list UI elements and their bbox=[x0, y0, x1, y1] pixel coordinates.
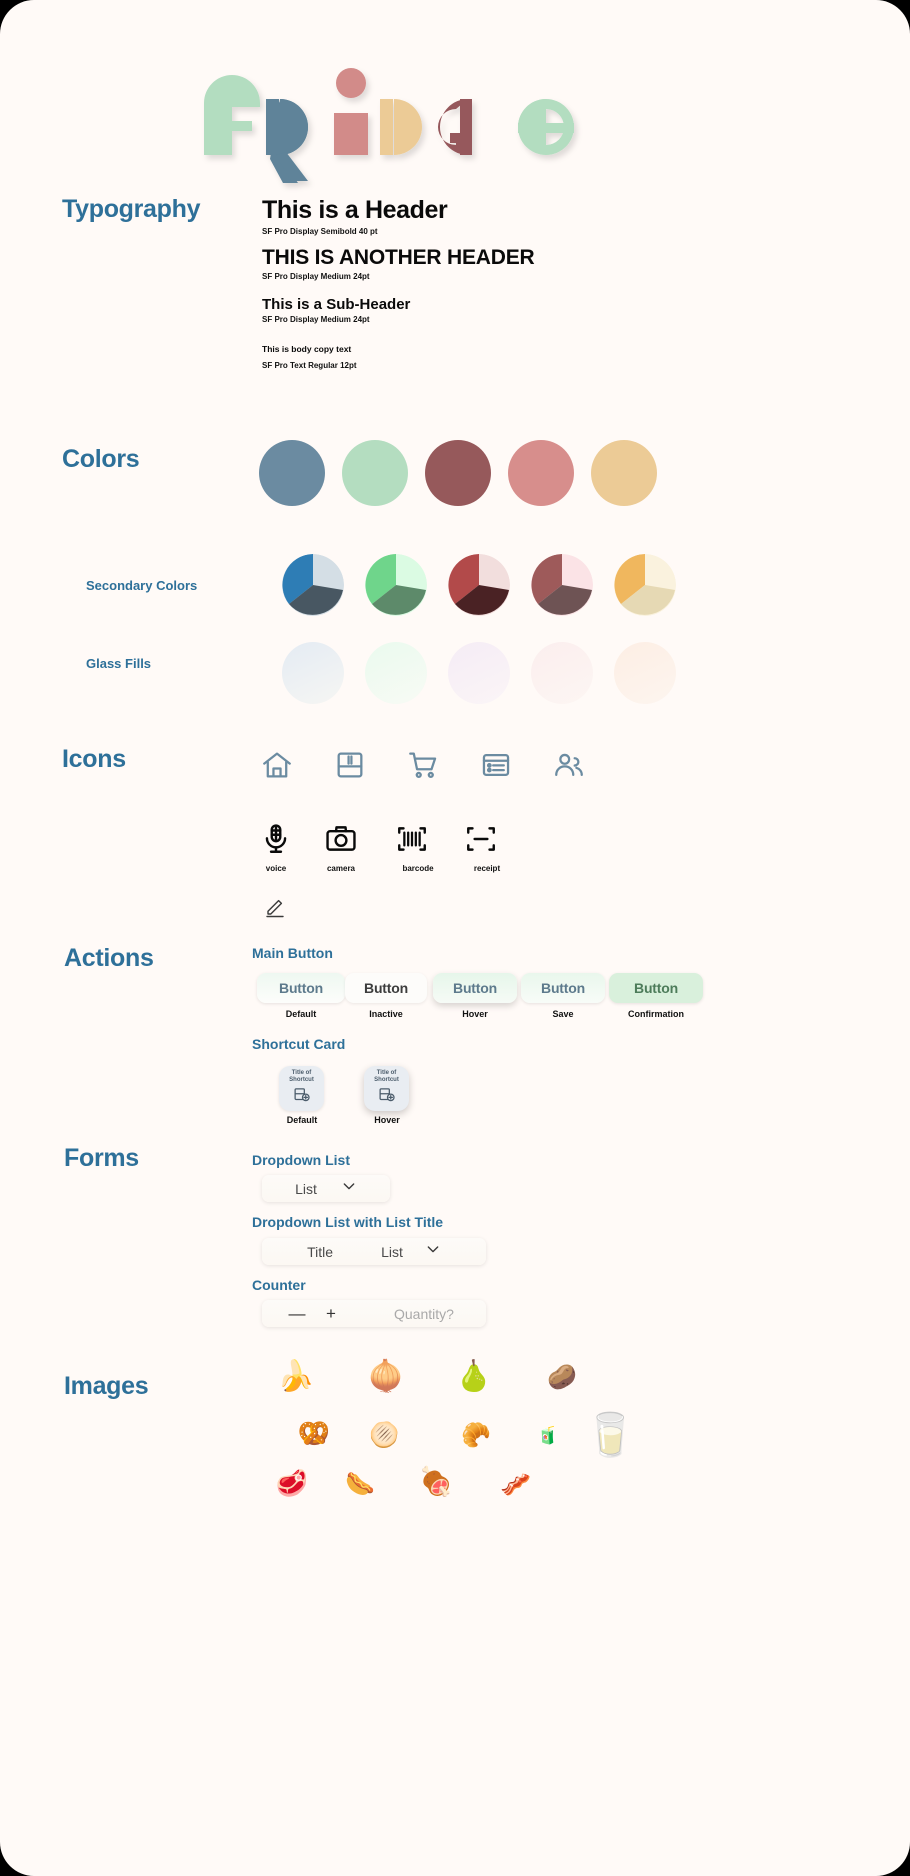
icon-label-voice: voice bbox=[265, 864, 287, 873]
food-image-meat: 🍖 bbox=[418, 1466, 454, 1497]
button-hover[interactable]: Button bbox=[433, 973, 517, 1003]
type-caption-body: SF Pro Text Regular 12pt bbox=[262, 361, 357, 370]
section-title-actions: Actions bbox=[64, 944, 154, 972]
list-icon[interactable] bbox=[479, 748, 513, 782]
color-swatch-secondary-4 bbox=[531, 554, 593, 616]
counter-field[interactable]: — + Quantity? bbox=[262, 1300, 486, 1327]
shortcut-card-default[interactable]: Title of Shortcut bbox=[279, 1066, 324, 1111]
section-title-images: Images bbox=[64, 1372, 149, 1400]
food-image-milk-carton: 🥛 bbox=[584, 1411, 637, 1458]
section-title-icons: Icons bbox=[62, 745, 126, 773]
people-icon[interactable] bbox=[552, 748, 586, 782]
counter-increment-button[interactable]: + bbox=[318, 1304, 344, 1324]
button-state-inactive: Inactive bbox=[369, 1009, 403, 1019]
receipt-scan-icon[interactable] bbox=[464, 822, 498, 856]
icon-label-receipt: receipt bbox=[473, 864, 501, 873]
label-main-button: Main Button bbox=[252, 945, 333, 961]
color-swatch-secondary-1 bbox=[282, 554, 344, 616]
type-sample-sub-header: This is a Sub-Header bbox=[262, 296, 411, 313]
food-image-flatbread: 🫓 bbox=[369, 1422, 399, 1449]
glass-fill-2 bbox=[365, 642, 427, 704]
chevron-down-icon[interactable] bbox=[341, 1178, 357, 1199]
type-caption-another-header: SF Pro Display Medium 24pt bbox=[262, 272, 370, 281]
food-image-steak: 🥩 bbox=[275, 1468, 309, 1498]
food-image-juice-box: 🧃 bbox=[537, 1426, 559, 1445]
button-state-default: Default bbox=[285, 1009, 317, 1019]
glass-fill-4 bbox=[531, 642, 593, 704]
style-guide-page: Typography This is a Header SF Pro Displ… bbox=[0, 0, 910, 1876]
label-counter: Counter bbox=[252, 1277, 306, 1293]
type-caption-header: SF Pro Display Semibold 40 pt bbox=[262, 227, 378, 236]
label-glass-fills: Glass Fills bbox=[86, 656, 152, 671]
button-state-save: Save bbox=[552, 1009, 574, 1019]
glass-fill-1 bbox=[282, 642, 344, 704]
color-swatch-primary-3 bbox=[425, 440, 491, 506]
shortcut-card-hover[interactable]: Title of Shortcut bbox=[364, 1066, 409, 1111]
barcode-icon[interactable] bbox=[395, 822, 429, 856]
chevron-down-icon-2[interactable] bbox=[425, 1241, 441, 1262]
button-inactive[interactable]: Button bbox=[345, 973, 427, 1003]
add-to-fridge-icon bbox=[293, 1086, 310, 1108]
food-image-pear: 🍐 bbox=[455, 1360, 493, 1393]
quantity-input[interactable]: Quantity? bbox=[394, 1306, 454, 1322]
dropdown-list[interactable]: List bbox=[262, 1175, 390, 1202]
dropdown-value: List bbox=[295, 1180, 317, 1197]
food-image-potato: 🥔 bbox=[547, 1364, 577, 1391]
color-swatch-secondary-2 bbox=[365, 554, 427, 616]
food-image-croissant: 🥐 bbox=[461, 1422, 491, 1449]
icon-label-camera: camera bbox=[326, 864, 356, 873]
icon-label-barcode: barcode bbox=[402, 864, 434, 873]
section-title-forms: Forms bbox=[64, 1144, 139, 1172]
food-image-banana: 🍌 bbox=[277, 1360, 315, 1393]
color-swatch-primary-5 bbox=[591, 440, 657, 506]
label-secondary-colors: Secondary Colors bbox=[86, 578, 198, 593]
label-dropdown-list: Dropdown List bbox=[252, 1152, 350, 1168]
food-image-sausage: 🌭 bbox=[345, 1471, 375, 1498]
label-dropdown-with-title: Dropdown List with List Title bbox=[252, 1214, 444, 1230]
color-swatch-secondary-3 bbox=[448, 554, 510, 616]
color-swatch-secondary-5 bbox=[614, 554, 676, 616]
button-default[interactable]: Button bbox=[257, 973, 345, 1003]
shortcut-state-default: Default bbox=[286, 1115, 318, 1125]
dropdown-title-text: Title bbox=[307, 1243, 334, 1260]
shortcut-card-title: Title of Shortcut bbox=[289, 1069, 314, 1083]
type-caption-sub-header: SF Pro Display Medium 24pt bbox=[262, 315, 370, 324]
add-to-fridge-icon-hover bbox=[378, 1086, 395, 1108]
section-title-typography: Typography bbox=[62, 195, 201, 223]
dropdown-with-title-value: List bbox=[381, 1243, 403, 1260]
dropdown-list-with-title[interactable]: Title List bbox=[262, 1238, 486, 1265]
button-state-hover: Hover bbox=[462, 1009, 488, 1019]
shortcut-card-title-hover: Title of Shortcut bbox=[374, 1069, 399, 1083]
food-image-bacon: 🥓 bbox=[500, 1471, 532, 1499]
fridge-logo bbox=[188, 55, 618, 183]
color-swatch-primary-2 bbox=[342, 440, 408, 506]
button-save[interactable]: Button bbox=[521, 973, 605, 1003]
food-image-onion: 🧅 bbox=[367, 1360, 405, 1393]
button-confirmation[interactable]: Button bbox=[609, 973, 703, 1003]
camera-icon[interactable] bbox=[324, 822, 358, 856]
microphone-icon[interactable] bbox=[259, 822, 293, 856]
color-swatch-primary-1 bbox=[259, 440, 325, 506]
fridge-icon[interactable] bbox=[333, 748, 367, 782]
section-title-colors: Colors bbox=[62, 445, 140, 473]
glass-fill-5 bbox=[614, 642, 676, 704]
cart-icon[interactable] bbox=[406, 748, 440, 782]
pencil-edit-icon[interactable] bbox=[264, 894, 288, 918]
label-shortcut-card: Shortcut Card bbox=[252, 1036, 346, 1052]
home-icon[interactable] bbox=[260, 748, 294, 782]
glass-fill-3 bbox=[448, 642, 510, 704]
shortcut-state-hover: Hover bbox=[374, 1115, 400, 1125]
type-sample-body: This is body copy text bbox=[262, 344, 352, 354]
type-sample-header: This is a Header bbox=[262, 196, 448, 224]
counter-decrement-button[interactable]: — bbox=[284, 1304, 310, 1324]
food-image-pretzel: 🥨 bbox=[297, 1418, 331, 1448]
type-sample-another-header: THIS IS ANOTHER HEADER bbox=[262, 246, 535, 269]
button-state-confirmation: Confirmation bbox=[628, 1009, 684, 1019]
color-swatch-primary-4 bbox=[508, 440, 574, 506]
